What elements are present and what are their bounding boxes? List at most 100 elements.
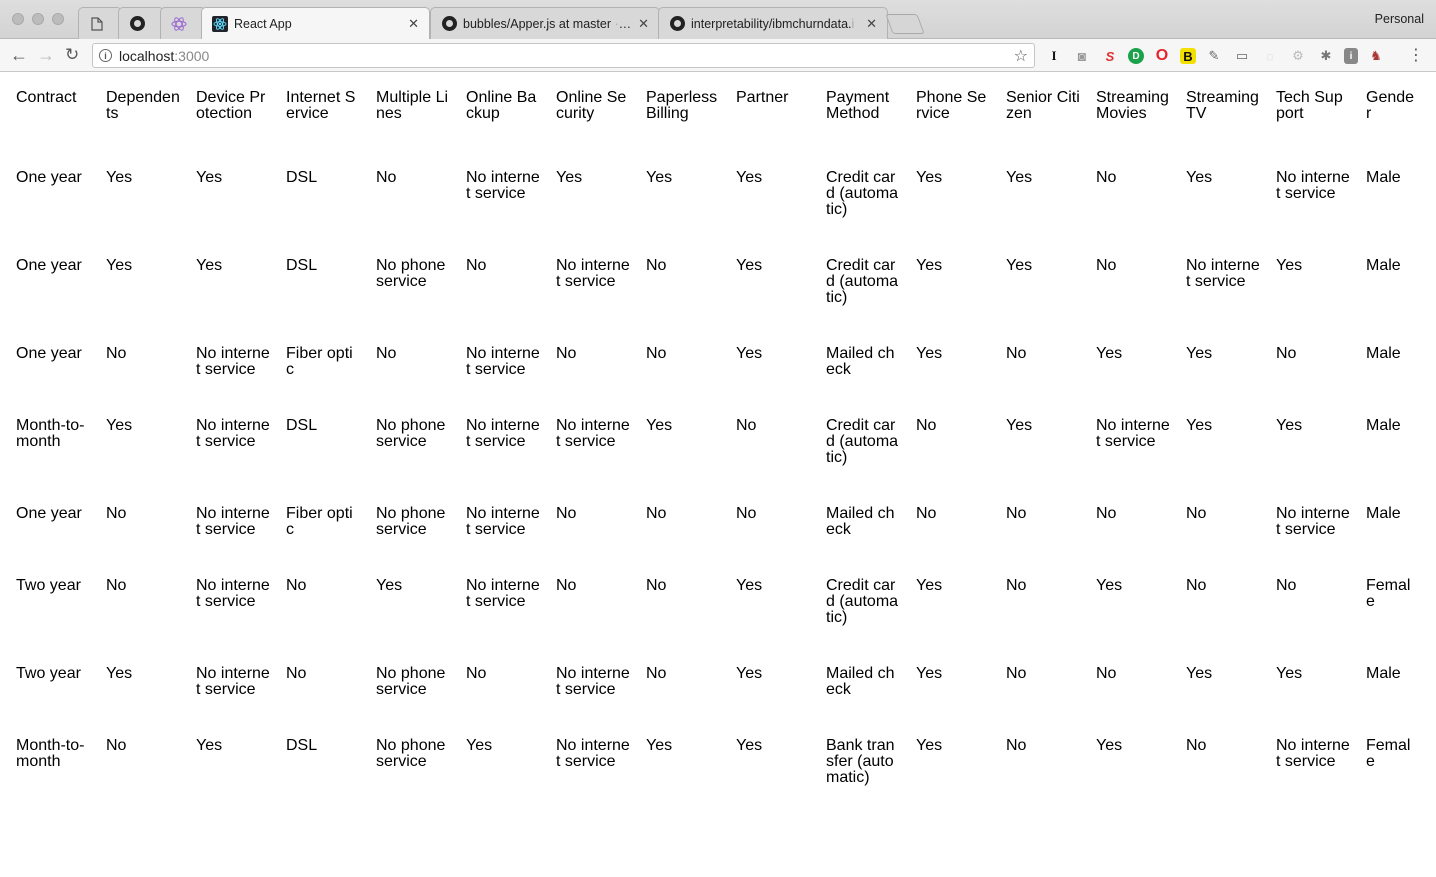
table-cell: Yes — [1096, 737, 1123, 754]
table-cell: Fiber optic — [286, 505, 353, 538]
close-tab-icon[interactable]: ✕ — [408, 16, 419, 32]
table-cell: No phone service — [376, 257, 446, 290]
back-arrow-icon[interactable]: ← — [10, 44, 28, 66]
table-cell: Yes — [916, 737, 943, 754]
table-row: One year No No internet service Fiber optic… — [8, 338, 1424, 410]
circle-extension-icon[interactable]: ◌ — [1260, 46, 1280, 66]
table-cell: Yes — [1186, 665, 1213, 682]
address-bar[interactable]: i localhost:3000 ☆ — [92, 43, 1035, 68]
table-cell: No internet service — [466, 169, 540, 202]
table-cell: No — [1096, 505, 1117, 522]
table-cell: No phone service — [376, 505, 446, 538]
table-cell: Yes — [1186, 169, 1213, 186]
tab-github[interactable] — [118, 7, 164, 39]
tab-document[interactable] — [78, 7, 122, 39]
table-row: One year Yes Yes DSL No phone service No No in… — [8, 250, 1424, 338]
document-icon — [89, 16, 105, 32]
table-cell: One year — [16, 257, 82, 274]
table-cell: No internet service — [466, 577, 540, 610]
table-cell: No — [556, 345, 577, 362]
table-cell: No — [376, 345, 397, 362]
close-tab-icon[interactable]: ✕ — [866, 16, 877, 32]
table-cell: Yes — [736, 169, 763, 186]
table-cell: DSL — [286, 417, 318, 434]
tab-bubbles-apper[interactable]: bubbles/Apper.js at master · fa ✕ — [430, 7, 660, 39]
table-cell: Yes — [1276, 257, 1303, 274]
table-cell: No — [1276, 577, 1297, 594]
table-cell: Fiber optic — [286, 345, 353, 378]
table-cell: No — [646, 577, 667, 594]
b-extension-icon[interactable]: B — [1180, 48, 1196, 64]
table-row: One year Yes Yes DSL No No internet service Ye… — [8, 162, 1424, 250]
info-icon[interactable]: i — [99, 49, 112, 62]
instapaper-icon[interactable]: I — [1044, 46, 1064, 66]
column-header: Streaming TV — [1186, 89, 1259, 122]
table-cell: No — [1186, 737, 1207, 754]
minimize-window-button[interactable] — [32, 13, 44, 25]
table-cell: No internet service — [556, 665, 630, 698]
green-extension-icon[interactable]: D — [1128, 48, 1144, 64]
table-cell: Male — [1366, 417, 1401, 434]
cast-icon[interactable]: ▭ — [1232, 46, 1252, 66]
table-cell: No — [1186, 505, 1207, 522]
table-cell: Yes — [916, 169, 943, 186]
table-cell: Female — [1366, 577, 1411, 610]
table-cell: No — [916, 417, 937, 434]
table-cell: Male — [1366, 169, 1401, 186]
settings-gear-icon[interactable]: ⚙ — [1288, 46, 1308, 66]
profile-button[interactable]: Personal — [1375, 12, 1424, 26]
tab-react-app[interactable]: React App ✕ — [201, 7, 430, 40]
column-header: Payment Method — [826, 89, 890, 122]
pin-icon[interactable]: ✎ — [1204, 46, 1224, 66]
opera-icon[interactable]: O — [1152, 46, 1172, 66]
table-cell: Yes — [736, 345, 763, 362]
table-cell: Yes — [1096, 345, 1123, 362]
close-tab-icon[interactable]: ✕ — [638, 16, 649, 32]
table-cell: Bank transfer (automatic) — [826, 737, 895, 786]
table-cell: Two year — [16, 665, 81, 682]
page-content: Contract Dependents Device Protection Inter… — [0, 72, 1436, 877]
maximize-window-button[interactable] — [52, 13, 64, 25]
camera-icon[interactable]: ◙ — [1072, 46, 1092, 66]
more-menu-icon[interactable]: ⋮ — [1408, 45, 1424, 65]
s-extension-icon[interactable]: S — [1100, 46, 1120, 66]
table-cell: One year — [16, 505, 82, 522]
table-cell: No internet service — [1276, 737, 1350, 770]
column-header: Partner — [736, 89, 789, 106]
table-cell: Yes — [466, 737, 493, 754]
devtools-extension-icon[interactable]: ♞ — [1366, 46, 1386, 66]
table-row: One year No No internet service Fiber optic… — [8, 498, 1424, 570]
bookmark-star-icon[interactable]: ☆ — [1014, 46, 1028, 66]
tab-strip: React App ✕ bubbles/Apper.js at master ·… — [0, 0, 1436, 40]
table-cell: Yes — [1006, 257, 1033, 274]
table-cell: No phone service — [376, 417, 446, 450]
table-cell: No — [1276, 345, 1297, 362]
table-cell: Yes — [106, 665, 133, 682]
table-cell: No — [1006, 577, 1027, 594]
table-cell: Yes — [646, 169, 673, 186]
table-cell: No internet service — [556, 737, 630, 770]
table-cell: No — [1096, 169, 1117, 186]
column-header: Device Protection — [196, 89, 266, 122]
table-cell: No internet service — [1276, 169, 1350, 202]
table-cell: Yes — [916, 665, 943, 682]
reload-icon[interactable]: ↻ — [65, 44, 79, 66]
info-extension-icon[interactable]: i — [1344, 48, 1358, 64]
table-cell: Credit card (automatic) — [826, 577, 899, 626]
tab-title: interpretability/ibmchurndata. — [691, 16, 852, 31]
table-cell: No internet service — [466, 505, 540, 538]
table-cell: Male — [1366, 505, 1401, 522]
close-window-button[interactable] — [12, 13, 24, 25]
table-cell: No — [646, 505, 667, 522]
forward-arrow-icon[interactable]: → — [37, 44, 55, 66]
tab-interpretability[interactable]: interpretability/ibmchurndata.i ✕ — [658, 7, 888, 39]
tab-title: React App — [234, 17, 292, 31]
table-cell: No — [1006, 737, 1027, 754]
new-tab-button[interactable] — [885, 14, 925, 34]
table-cell: Mailed check — [826, 345, 895, 378]
bug-icon[interactable]: ✱ — [1316, 46, 1336, 66]
table-cell: Yes — [736, 257, 763, 274]
tab-atom[interactable] — [160, 7, 206, 39]
table-cell: Yes — [1276, 665, 1303, 682]
table-cell: No internet service — [196, 417, 270, 450]
